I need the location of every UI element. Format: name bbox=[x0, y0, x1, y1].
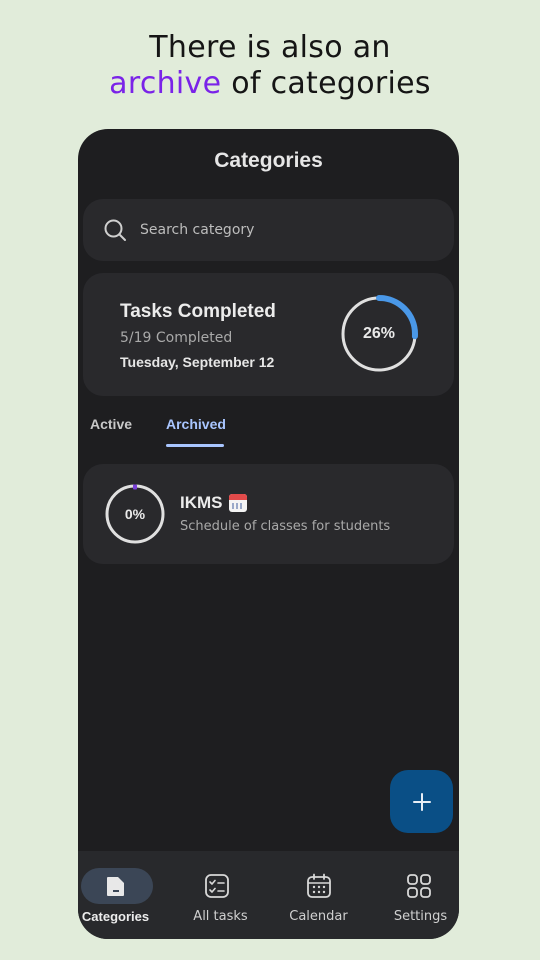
promo-line-1: There is also an bbox=[149, 30, 391, 65]
grid-icon bbox=[407, 874, 431, 898]
checklist-icon bbox=[205, 874, 229, 898]
promo-line-2-rest: of categories bbox=[221, 66, 431, 101]
plus-icon bbox=[412, 792, 431, 811]
nav-label-calendar: Calendar bbox=[289, 909, 348, 924]
tab-active[interactable]: Active bbox=[90, 416, 132, 432]
nav-item-settings[interactable]: Settings bbox=[372, 851, 459, 939]
promo-headline: There is also an archive of categories bbox=[0, 30, 540, 102]
category-description: Schedule of classes for students bbox=[180, 519, 391, 534]
search-icon bbox=[104, 219, 126, 241]
tasks-summary-card: Tasks Completed 5/19 Completed Tuesday, … bbox=[83, 273, 454, 396]
category-name-text: IKMS bbox=[180, 493, 223, 512]
category-card[interactable]: 0% IKMS Schedule of classes for students bbox=[83, 464, 454, 564]
category-percent: 0% bbox=[124, 506, 146, 522]
tab-selected-indicator bbox=[166, 444, 224, 447]
search-input[interactable] bbox=[140, 222, 420, 238]
phone-screen: Categories Tasks Completed 5/19 Complete… bbox=[78, 129, 459, 939]
summary-count: 5/19 Completed bbox=[120, 330, 233, 346]
promo-accent-word: archive bbox=[109, 66, 222, 101]
nav-label-all-tasks: All tasks bbox=[193, 909, 248, 924]
summary-date: Tuesday, September 12 bbox=[120, 354, 275, 370]
promo-line-2: archive of categories bbox=[0, 66, 540, 102]
nav-item-all-tasks[interactable]: All tasks bbox=[170, 851, 265, 939]
add-category-button[interactable] bbox=[390, 770, 453, 833]
summary-title: Tasks Completed bbox=[120, 301, 276, 322]
summary-percent: 26% bbox=[362, 325, 396, 342]
nav-item-calendar[interactable]: Calendar bbox=[271, 851, 366, 939]
nav-item-categories[interactable]: Categories bbox=[78, 851, 173, 939]
calendar-emoji-icon bbox=[228, 494, 247, 512]
nav-label-settings: Settings bbox=[393, 909, 448, 924]
nav-label-categories: Categories bbox=[81, 909, 150, 924]
search-bar[interactable] bbox=[83, 199, 454, 261]
tab-archived[interactable]: Archived bbox=[166, 416, 226, 432]
category-tabs: Active Archived bbox=[78, 409, 459, 449]
folder-icon bbox=[107, 877, 124, 896]
bottom-navigation: Categories All tasks Calendar Settings bbox=[78, 851, 459, 939]
category-name: IKMS bbox=[180, 493, 247, 513]
calendar-icon bbox=[307, 873, 331, 898]
page-title: Categories bbox=[214, 149, 323, 172]
